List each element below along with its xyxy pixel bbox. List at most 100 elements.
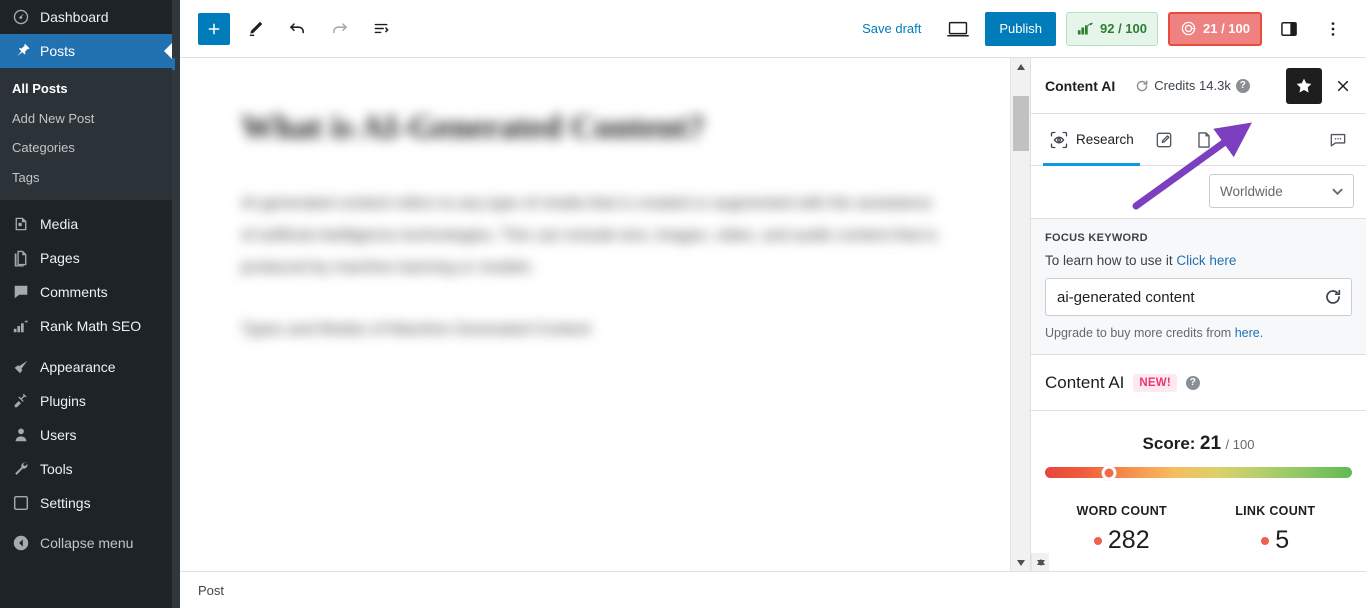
- pages-icon: [11, 248, 31, 268]
- sidebar-item-label: Dashboard: [40, 9, 109, 25]
- sidebar-item-label: Appearance: [40, 359, 116, 376]
- post-title[interactable]: What is AI-Generated Content?: [241, 106, 941, 150]
- submenu-item-all-posts[interactable]: All Posts: [0, 74, 172, 104]
- redo-button[interactable]: [322, 12, 356, 46]
- help-icon[interactable]: ?: [1185, 375, 1200, 390]
- score-max: / 100: [1225, 437, 1255, 452]
- metric-value-wrap: 5: [1199, 526, 1353, 553]
- sidebar-edge-highlight: [172, 58, 175, 70]
- credits-note-link[interactable]: here.: [1235, 326, 1264, 340]
- score-area: Score: 21 / 100: [1031, 411, 1366, 480]
- editor-status-bar: Post: [172, 571, 1366, 608]
- refresh-keyword-icon[interactable]: [1324, 288, 1342, 306]
- chat-bubble-icon: [1330, 133, 1346, 146]
- tab-research[interactable]: Research: [1039, 114, 1144, 166]
- close-panel-button[interactable]: [1330, 73, 1356, 99]
- sidebar-item-settings[interactable]: Settings: [0, 486, 172, 520]
- tab-write[interactable]: [1144, 114, 1184, 166]
- sidebar-item-label: Media: [40, 216, 79, 233]
- menu-separator: [0, 200, 172, 207]
- tab-chat[interactable]: [1318, 114, 1358, 166]
- settings-icon: [11, 493, 31, 513]
- metric-value-wrap: 282: [1045, 526, 1199, 553]
- preview-button[interactable]: [941, 12, 975, 46]
- seo-score-badge[interactable]: 92 / 100: [1066, 11, 1158, 46]
- sidebar-item-dashboard[interactable]: Dashboard: [0, 0, 172, 34]
- score-label: Score:: [1142, 434, 1196, 453]
- appearance-icon: [11, 357, 31, 377]
- sidebar-item-label: Pages: [40, 250, 80, 267]
- sidebar-item-media[interactable]: Media: [0, 207, 172, 241]
- tools-icon: [11, 459, 31, 479]
- chevron-up-icon: [1016, 63, 1025, 70]
- collapse-menu-button[interactable]: Collapse menu: [0, 526, 172, 560]
- sidebar-item-label: Tools: [40, 461, 73, 478]
- editor-main: Save draft Publish 92 / 100 21 / 100 Wha…: [172, 0, 1366, 608]
- score-value: 21: [1199, 433, 1222, 454]
- settings-panel-icon: [1281, 21, 1297, 36]
- tools-pencil-button[interactable]: [238, 12, 272, 46]
- settings-panel-toggle-button[interactable]: [1272, 12, 1306, 46]
- region-row: Worldwide: [1031, 166, 1366, 219]
- more-options-button[interactable]: [1316, 12, 1350, 46]
- region-select[interactable]: Worldwide: [1209, 174, 1354, 208]
- scroll-down-arrow[interactable]: [1011, 554, 1030, 571]
- sidebar-item-posts[interactable]: Posts: [0, 34, 172, 68]
- score-knob: [1101, 465, 1117, 480]
- publish-button[interactable]: Publish: [985, 11, 1056, 46]
- metric-value: 282: [1107, 526, 1150, 553]
- undo-button[interactable]: [280, 12, 314, 46]
- region-select-value: Worldwide: [1220, 183, 1283, 199]
- content-ai-score-badge[interactable]: 21 / 100: [1168, 11, 1262, 46]
- plus-icon: [208, 23, 220, 34]
- sidebar-item-label: Rank Math SEO: [40, 318, 142, 335]
- metrics-row: WORD COUNT 282 LINK COUNT 5: [1031, 478, 1366, 553]
- focus-keyword-hint-text: To learn how to use it: [1045, 253, 1173, 268]
- submenu-item-tags[interactable]: Tags: [0, 163, 172, 193]
- sidebar-item-pages[interactable]: Pages: [0, 241, 172, 275]
- sidebar-item-label: Users: [40, 427, 77, 444]
- submenu-item-add-new-post[interactable]: Add New Post: [0, 104, 172, 134]
- metric-label: LINK COUNT: [1235, 504, 1316, 518]
- sidebar-item-plugins[interactable]: Plugins: [0, 384, 172, 418]
- credits-note: Upgrade to buy more credits from here.: [1045, 326, 1352, 340]
- editor-scrollbar[interactable]: [1010, 58, 1030, 571]
- focus-keyword-label: FOCUS KEYWORD: [1045, 232, 1148, 244]
- focus-keyword-input[interactable]: [1057, 288, 1315, 306]
- sidebar-item-users[interactable]: Users: [0, 418, 172, 452]
- scroll-up-arrow[interactable]: [1011, 58, 1030, 75]
- content-ai-panel-inner: Content AI Credits 14.3k ? Research Worl…: [1031, 58, 1366, 553]
- post-content: What is AI-Generated Content? AI-generat…: [241, 58, 941, 346]
- sidebar-item-tools[interactable]: Tools: [0, 452, 172, 486]
- sidebar-item-rank-math-seo[interactable]: Rank Math SEO: [0, 309, 172, 343]
- sidebar-item-comments[interactable]: Comments: [0, 275, 172, 309]
- undo-icon: [289, 23, 304, 34]
- credits-note-text: Upgrade to buy more credits from: [1045, 326, 1232, 340]
- tab-page[interactable]: [1184, 114, 1224, 166]
- submenu-item-categories[interactable]: Categories: [0, 133, 172, 163]
- help-icon[interactable]: ?: [1235, 78, 1250, 93]
- content-ai-scrollbar[interactable]: [1031, 553, 1049, 571]
- research-eye-icon: [1050, 131, 1068, 148]
- editor-toolbar: Save draft Publish 92 / 100 21 / 100: [172, 0, 1366, 58]
- toolbar-right-group: Save draft Publish 92 / 100 21 / 100: [852, 11, 1350, 46]
- metric-word-count: WORD COUNT 282: [1045, 504, 1199, 553]
- focus-keyword-input-wrap[interactable]: [1045, 278, 1352, 316]
- post-paragraph[interactable]: AI-generated content refers to any type …: [241, 188, 941, 284]
- post-canvas[interactable]: What is AI-Generated Content? AI-generat…: [172, 58, 1010, 571]
- save-draft-button[interactable]: Save draft: [852, 15, 931, 42]
- score-line: Score: 21 / 100: [1045, 433, 1352, 455]
- chevron-down-icon: [1332, 188, 1343, 195]
- post-paragraph[interactable]: Types and Modes of Machine Generated Con…: [241, 314, 941, 346]
- editor-scroll-thumb[interactable]: [1013, 96, 1029, 151]
- block-inserter-button[interactable]: [198, 12, 230, 45]
- rank-math-icon: [1077, 22, 1093, 35]
- pin-icon: [11, 41, 31, 61]
- document-overview-button[interactable]: [364, 12, 398, 46]
- focus-keyword-hint-link[interactable]: Click here: [1176, 253, 1236, 268]
- seo-score-value: 92 / 100: [1100, 21, 1147, 36]
- content-ai-panel-title: Content AI: [1045, 77, 1116, 94]
- scroll-down-arrow[interactable]: [1032, 554, 1049, 571]
- favorite-star-button[interactable]: [1286, 67, 1322, 104]
- sidebar-item-appearance[interactable]: Appearance: [0, 350, 172, 384]
